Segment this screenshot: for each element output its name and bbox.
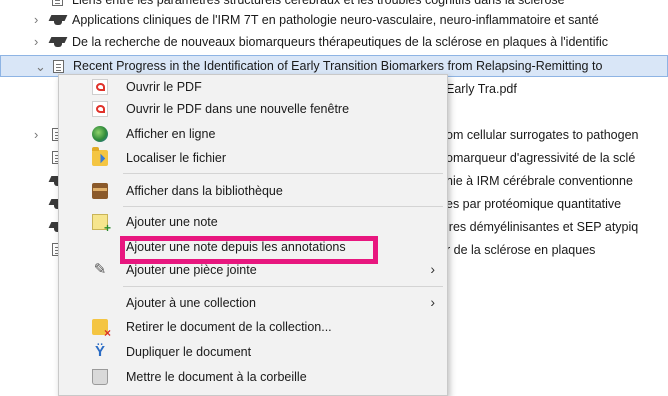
chevron-down-icon[interactable]: ⌄ xyxy=(35,57,46,76)
menu-item-label: Ouvrir le PDF dans une nouvelle fenêtre xyxy=(126,102,350,116)
submenu-arrow-icon: › xyxy=(430,261,435,277)
tree-row-title-end: ires démyélinisantes et SEP atypiq xyxy=(446,220,639,234)
duplicate-icon: Ÿ xyxy=(94,343,105,360)
menu-item-label: Dupliquer le document xyxy=(126,345,252,359)
folder-remove-icon xyxy=(92,319,111,340)
menu-item-label: Mettre le document à la corbeille xyxy=(126,370,307,384)
context-menu: Ouvrir le PDF Ouvrir le PDF dans une nou… xyxy=(58,74,448,396)
tree-row-title-end: omarqueur d'agressivité de la sclé xyxy=(446,151,636,165)
tree-row[interactable]: › De la recherche de nouveaux biomarqueu… xyxy=(0,32,668,52)
tree-row[interactable]: Liens entre les paramètres structurels c… xyxy=(0,0,668,10)
thesis-icon xyxy=(50,35,66,49)
menu-item-view-online[interactable]: Afficher en ligne xyxy=(59,123,447,145)
menu-item-label: Ajouter à une collection xyxy=(126,296,256,310)
menu-item-label: Ajouter une note xyxy=(126,215,218,229)
chevron-right-icon[interactable]: › xyxy=(34,125,44,145)
menu-item-add-note-from-annotations[interactable]: Ajouter une note depuis les annotations xyxy=(59,236,447,258)
tree-row-title-end: r de la sclérose en plaques xyxy=(446,243,596,257)
tree-row-title: Applications cliniques de l'IRM 7T en pa… xyxy=(72,13,599,27)
menu-item-add-to-collection[interactable]: Ajouter à une collection › xyxy=(59,292,447,314)
menu-item-move-to-trash[interactable]: Mettre le document à la corbeille xyxy=(59,366,447,388)
menu-item-open-pdf-new-window[interactable]: Ouvrir le PDF dans une nouvelle fenêtre xyxy=(59,98,447,120)
menu-item-show-file[interactable]: Localiser le fichier xyxy=(59,147,447,169)
note-add-icon xyxy=(92,214,111,235)
tree-row-title-end: nie à IRM cérébrale conventionne xyxy=(446,174,633,188)
trash-icon xyxy=(92,369,108,385)
pdf-icon xyxy=(92,101,108,117)
menu-item-duplicate[interactable]: Ÿ Dupliquer le document xyxy=(59,341,447,363)
chevron-right-icon[interactable]: › xyxy=(34,32,44,52)
menu-item-add-note[interactable]: Ajouter une note xyxy=(59,211,447,235)
menu-separator xyxy=(123,206,443,207)
folder-icon xyxy=(92,147,108,166)
menu-separator xyxy=(123,173,443,174)
globe-icon xyxy=(92,126,108,142)
menu-item-label: Localiser le fichier xyxy=(126,151,227,165)
menu-item-show-in-library[interactable]: Afficher dans la bibliothèque xyxy=(59,180,447,202)
thesis-icon xyxy=(50,13,66,27)
tree-row-title: Recent Progress in the Identification of… xyxy=(73,59,603,73)
tree-row[interactable]: › Applications cliniques de l'IRM 7T en … xyxy=(0,10,668,30)
tree-row-title-end: es par protéomique quantitative xyxy=(446,197,622,211)
chevron-right-icon[interactable]: › xyxy=(34,10,44,30)
attachment-title: Early Tra.pdf xyxy=(446,82,517,96)
menu-item-label: Ajouter une note depuis les annotations xyxy=(126,240,346,254)
tree-row-title-end: om cellular surrogates to pathogen xyxy=(446,128,639,142)
paperclip-icon: ✎ xyxy=(93,261,107,278)
menu-item-remove-from-collection[interactable]: Retirer le document de la collection... xyxy=(59,316,447,340)
menu-item-add-attachment[interactable]: ✎ Ajouter une pièce jointe › xyxy=(59,259,447,281)
tree-row-title: De la recherche de nouveaux biomarqueurs… xyxy=(72,35,609,49)
submenu-arrow-icon: › xyxy=(430,294,435,310)
menu-item-label: Retirer le document de la collection... xyxy=(126,320,332,334)
menu-item-label: Ajouter une pièce jointe xyxy=(126,263,257,277)
menu-separator xyxy=(123,286,443,287)
menu-item-label: Ouvrir le PDF xyxy=(126,80,202,94)
menu-item-open-pdf[interactable]: Ouvrir le PDF xyxy=(59,76,447,98)
library-icon xyxy=(92,183,108,199)
document-icon xyxy=(52,0,63,6)
document-icon xyxy=(53,60,64,73)
menu-item-label: Afficher dans la bibliothèque xyxy=(126,184,283,198)
pdf-icon xyxy=(92,79,108,95)
menu-item-label: Afficher en ligne xyxy=(126,127,216,141)
tree-row-title: Liens entre les paramètres structurels c… xyxy=(72,0,565,7)
